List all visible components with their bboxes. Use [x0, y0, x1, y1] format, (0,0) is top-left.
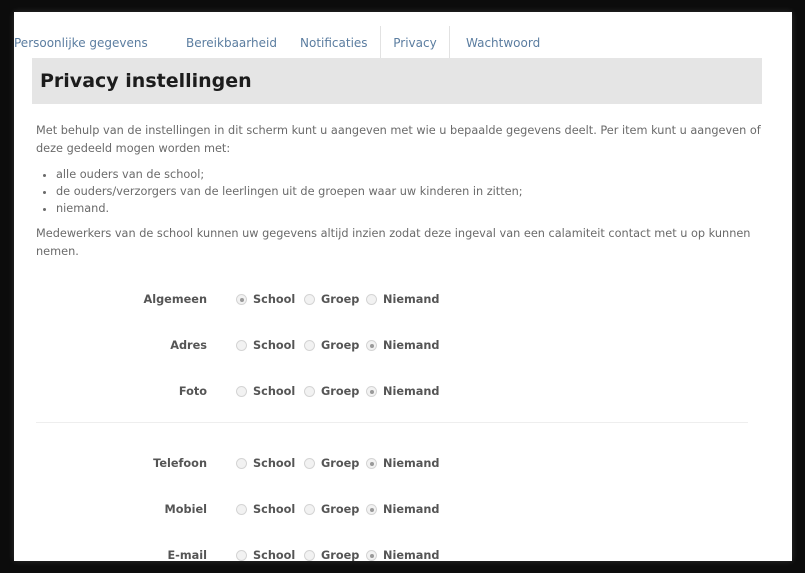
radio-niemand[interactable] [366, 504, 377, 515]
radio-niemand[interactable] [366, 386, 377, 397]
option-label: School [253, 385, 296, 398]
radio-niemand[interactable] [366, 458, 377, 469]
radio-school[interactable] [236, 504, 247, 515]
radio-niemand[interactable] [366, 294, 377, 305]
tab-privacy[interactable]: Privacy [380, 26, 450, 58]
tab-persoonlijke-gegevens[interactable]: Persoonlijke gegevens [14, 34, 148, 58]
radio-school[interactable] [236, 550, 247, 561]
page-title-bar: Privacy instellingen [32, 58, 762, 104]
setting-label: Algemeen [143, 293, 207, 306]
intro-text: Met behulp van de instellingen in dit sc… [36, 124, 761, 155]
option-label: Groep [321, 503, 360, 516]
option-label: School [253, 503, 296, 516]
radio-groep[interactable] [304, 458, 315, 469]
setting-row-foto: Foto School Groep Niemand [14, 382, 792, 402]
settings-window: Persoonlijke gegevens Bereikbaarheid Not… [14, 12, 792, 561]
setting-label: Adres [170, 339, 207, 352]
option-label: Groep [321, 549, 360, 561]
option-label: School [253, 293, 296, 306]
list-item: alle ouders van de school; [56, 166, 762, 183]
list-item: niemand. [56, 200, 762, 217]
option-label: Niemand [383, 339, 440, 352]
setting-row-telefoon: Telefoon School Groep Niemand [14, 454, 792, 474]
radio-groep[interactable] [304, 550, 315, 561]
tab-bar: Persoonlijke gegevens Bereikbaarheid Not… [14, 12, 792, 58]
option-label: Niemand [383, 293, 440, 306]
radio-groep[interactable] [304, 294, 315, 305]
setting-label: Telefoon [153, 457, 207, 470]
option-label: Niemand [383, 457, 440, 470]
staff-note: Medewerkers van de school kunnen uw gege… [36, 227, 751, 258]
setting-row-mobiel: Mobiel School Groep Niemand [14, 500, 792, 520]
setting-row-adres: Adres School Groep Niemand [14, 336, 792, 356]
option-label: Niemand [383, 549, 440, 561]
radio-niemand[interactable] [366, 340, 377, 351]
tab-wachtwoord[interactable]: Wachtwoord [466, 34, 540, 58]
tab-notificaties[interactable]: Notificaties [300, 34, 368, 58]
section-divider [36, 422, 748, 423]
option-label: School [253, 457, 296, 470]
setting-label: E-mail [167, 549, 207, 561]
radio-niemand[interactable] [366, 550, 377, 561]
setting-label: Mobiel [164, 503, 208, 516]
setting-label: Foto [178, 385, 207, 398]
radio-groep[interactable] [304, 340, 315, 351]
option-label: Groep [321, 457, 360, 470]
option-label: Groep [321, 293, 360, 306]
page-title: Privacy instellingen [40, 70, 252, 92]
radio-groep[interactable] [304, 504, 315, 515]
list-item: de ouders/verzorgers van de leerlingen u… [56, 183, 762, 200]
setting-row-email: E-mail School Groep Niemand [14, 546, 792, 561]
intro-content: Met behulp van de instellingen in dit sc… [36, 122, 762, 269]
radio-groep[interactable] [304, 386, 315, 397]
setting-row-algemeen: Algemeen School Groep Niemand [14, 290, 792, 310]
option-label: Niemand [383, 503, 440, 516]
option-label: Groep [321, 339, 360, 352]
radio-school[interactable] [236, 294, 247, 305]
share-options-list: alle ouders van de school; de ouders/ver… [36, 166, 762, 217]
option-label: School [253, 549, 296, 561]
option-label: Groep [321, 385, 360, 398]
radio-school[interactable] [236, 458, 247, 469]
tab-bereikbaarheid[interactable]: Bereikbaarheid [186, 34, 277, 58]
option-label: Niemand [383, 385, 440, 398]
radio-school[interactable] [236, 340, 247, 351]
radio-school[interactable] [236, 386, 247, 397]
option-label: School [253, 339, 296, 352]
